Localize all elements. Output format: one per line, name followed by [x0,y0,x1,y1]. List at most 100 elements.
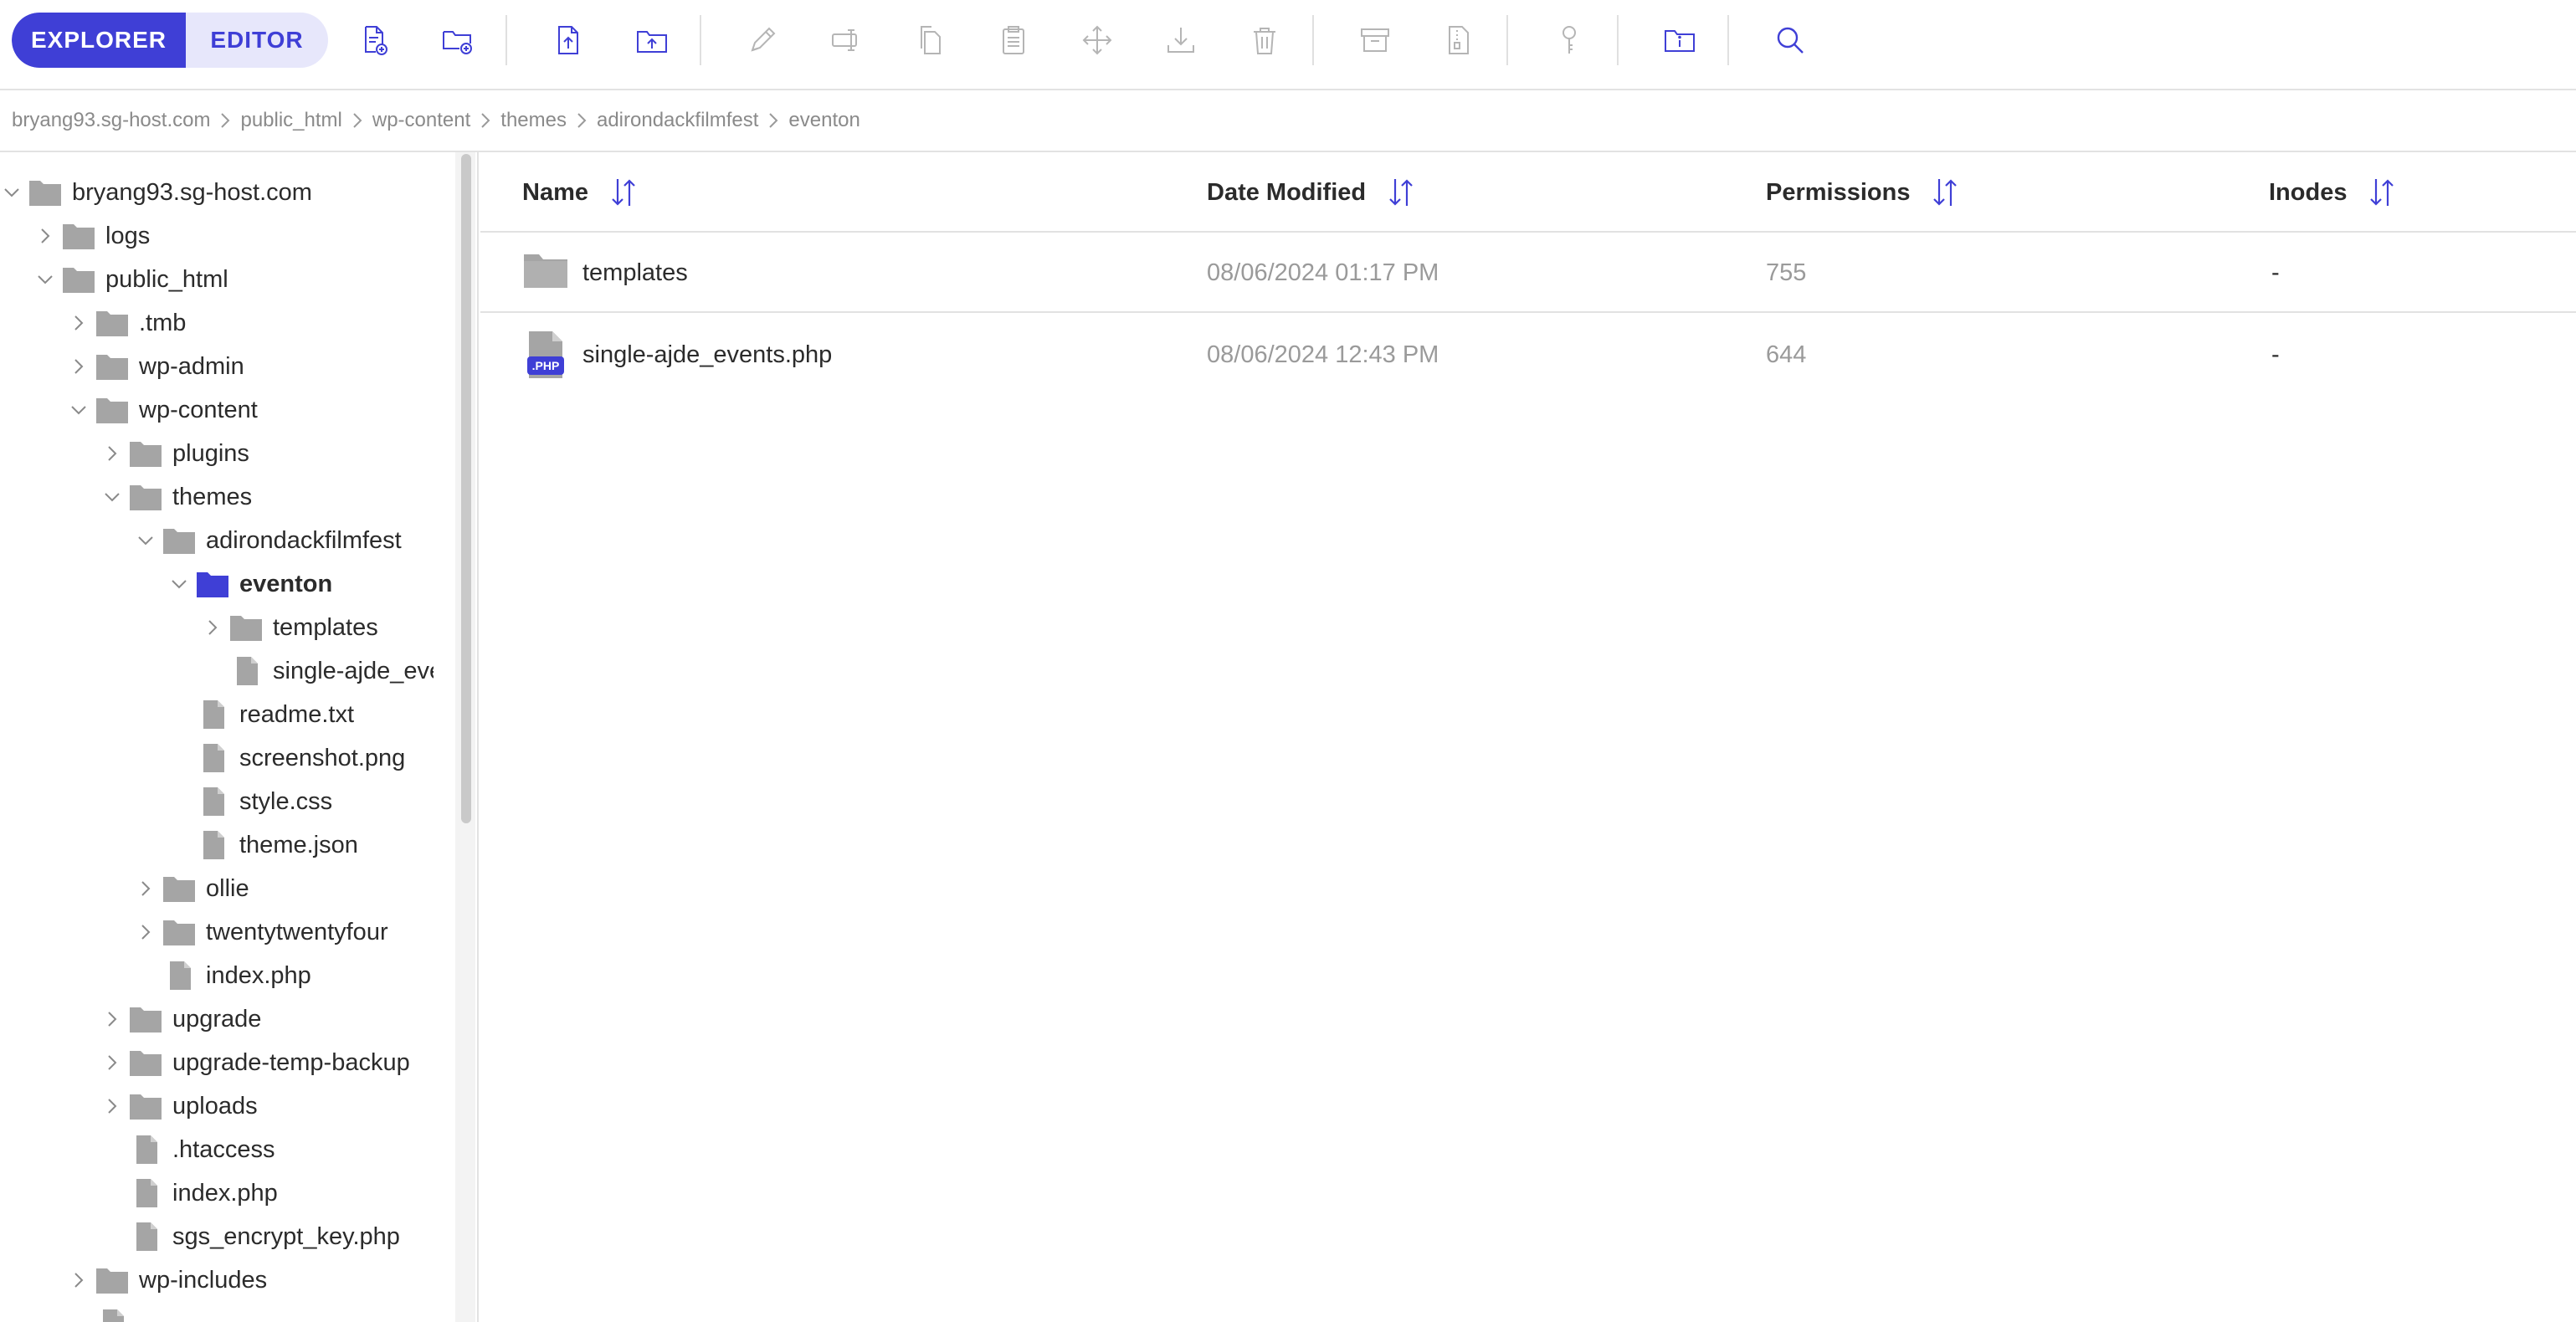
sort-icon[interactable] [608,176,639,209]
chevron-down-icon[interactable] [169,574,189,594]
file-icon [95,1309,129,1322]
table-row[interactable]: .PHP single-ajde_events.php 08/06/2024 1… [480,315,2576,395]
move-icon[interactable] [1080,23,1115,58]
upload-folder-icon[interactable] [634,23,670,58]
sort-icon[interactable] [2367,176,2397,209]
paste-icon[interactable] [996,23,1031,58]
chevron-right-icon[interactable] [136,922,156,942]
new-file-icon[interactable] [357,23,392,58]
breadcrumb-item[interactable]: wp-content [372,109,470,132]
upload-file-icon[interactable] [551,23,586,58]
explorer-tab[interactable]: EXPLORER [12,13,186,68]
column-header-name[interactable]: Name [522,176,639,209]
chevron-right-icon[interactable] [102,1053,122,1073]
tree-file-item[interactable]: index.php [102,1171,278,1215]
chevron-right-icon [575,112,588,129]
tree-folder-item[interactable]: eventon [169,562,332,606]
breadcrumb-item[interactable]: adirondackfilmfest [597,109,758,132]
chevron-down-icon[interactable] [136,530,156,551]
search-icon[interactable] [1773,23,1808,58]
chevron-right-icon[interactable] [35,226,55,246]
php-file-icon: .PHP [522,331,569,378]
inodes-cell: - [2271,259,2280,286]
sort-icon[interactable] [1386,176,1416,209]
extract-icon[interactable] [1441,23,1476,58]
chevron-right-icon[interactable] [136,879,156,899]
column-header-inodes[interactable]: Inodes [2269,176,2397,209]
tree-file-item[interactable]: style.css [169,780,332,823]
rename-icon[interactable] [745,23,780,58]
tree-folder-item[interactable]: themes [102,475,252,519]
tree-folder-item[interactable]: public_html [35,258,228,301]
tree-file-item[interactable]: screenshot.png [169,736,405,780]
tree-item-label: index.php [206,961,311,989]
tree-file-item[interactable]: readme.txt [169,693,354,736]
chevron-down-icon[interactable] [2,182,22,202]
download-icon[interactable] [1163,23,1198,58]
tree-file-item[interactable]: theme.json [169,823,358,867]
chevron-right-icon[interactable] [102,443,122,464]
tree-folder-item[interactable]: templates [203,606,378,649]
tree-item-label: upgrade-temp-backup [172,1048,410,1076]
tree-folder-item[interactable]: wp-admin [69,345,244,388]
sort-icon[interactable] [1930,176,1960,209]
chevron-down-icon[interactable] [35,269,55,290]
php-badge-label: .PHP [531,359,560,372]
file-icon [129,1178,162,1208]
breadcrumb-current[interactable]: eventon [788,109,860,132]
tree-folder-item[interactable]: upgrade [102,997,261,1041]
copy-icon[interactable] [912,23,947,58]
table-row[interactable]: templates 08/06/2024 01:17 PM 755 - [480,233,2576,313]
permissions-icon[interactable] [1552,23,1587,58]
tree-folder-item[interactable]: .tmb [69,301,186,345]
chevron-right-icon[interactable] [203,617,223,638]
file-icon [196,743,229,773]
tree-file-item[interactable]: single-ajde_events.php [203,649,434,693]
tree-file-item[interactable]: index.php [136,954,311,997]
tree-file-item[interactable] [69,1302,139,1322]
editor-tab[interactable]: EDITOR [186,13,328,68]
breadcrumb-item[interactable]: bryang93.sg-host.com [12,109,210,132]
tree-item-label: themes [172,483,253,510]
tree-folder-item[interactable]: upgrade-temp-backup [102,1041,410,1084]
tree-item-label: ollie [206,874,249,902]
sidebar-scrollbar-thumb[interactable] [461,154,471,823]
tree-folder-item[interactable]: twentytwentyfour [136,910,388,954]
archive-icon[interactable] [1357,23,1393,58]
delete-icon[interactable] [1247,23,1282,58]
tree-folder-item[interactable]: adirondackfilmfest [136,519,402,562]
column-header-date[interactable]: Date Modified [1207,176,1416,209]
file-icon [129,1135,162,1165]
chevron-right-icon[interactable] [69,1270,89,1290]
chevron-right-icon[interactable] [69,356,89,377]
column-header-permissions[interactable]: Permissions [1766,176,1960,209]
chevron-down-icon[interactable] [102,487,122,507]
rename-field-icon[interactable] [829,23,864,58]
folder-info-icon[interactable] [1662,23,1697,58]
chevron-right-icon[interactable] [69,313,89,333]
chevron-right-icon[interactable] [102,1096,122,1116]
new-folder-icon[interactable] [440,23,475,58]
folder-icon [28,177,62,208]
tree-folder-item[interactable]: ollie [136,867,249,910]
breadcrumb-item[interactable]: public_html [240,109,341,132]
tree-file-item[interactable]: sgs_encrypt_key.php [102,1215,400,1258]
tree-folder-item[interactable]: logs [35,214,150,258]
folder-tree: bryang93.sg-host.com logs public_html .tmb w… [0,152,477,1322]
tree-file-item[interactable]: .htaccess [102,1128,275,1171]
chevron-right-icon [479,112,492,129]
date-cell: 08/06/2024 12:43 PM [1207,341,1439,368]
tree-folder-item[interactable]: bryang93.sg-host.com [2,171,312,214]
tree-folder-item[interactable]: wp-includes [69,1258,267,1302]
file-name: templates [582,259,688,286]
breadcrumb-item[interactable]: themes [500,109,567,132]
chevron-right-icon[interactable] [102,1009,122,1029]
tree-item-label: upgrade [172,1005,262,1032]
chevron-down-icon[interactable] [69,400,89,420]
tree-folder-item[interactable]: plugins [102,432,249,475]
tree-folder-item[interactable]: uploads [102,1084,258,1128]
file-icon [229,656,263,686]
tree-folder-item[interactable]: wp-content [69,388,258,432]
